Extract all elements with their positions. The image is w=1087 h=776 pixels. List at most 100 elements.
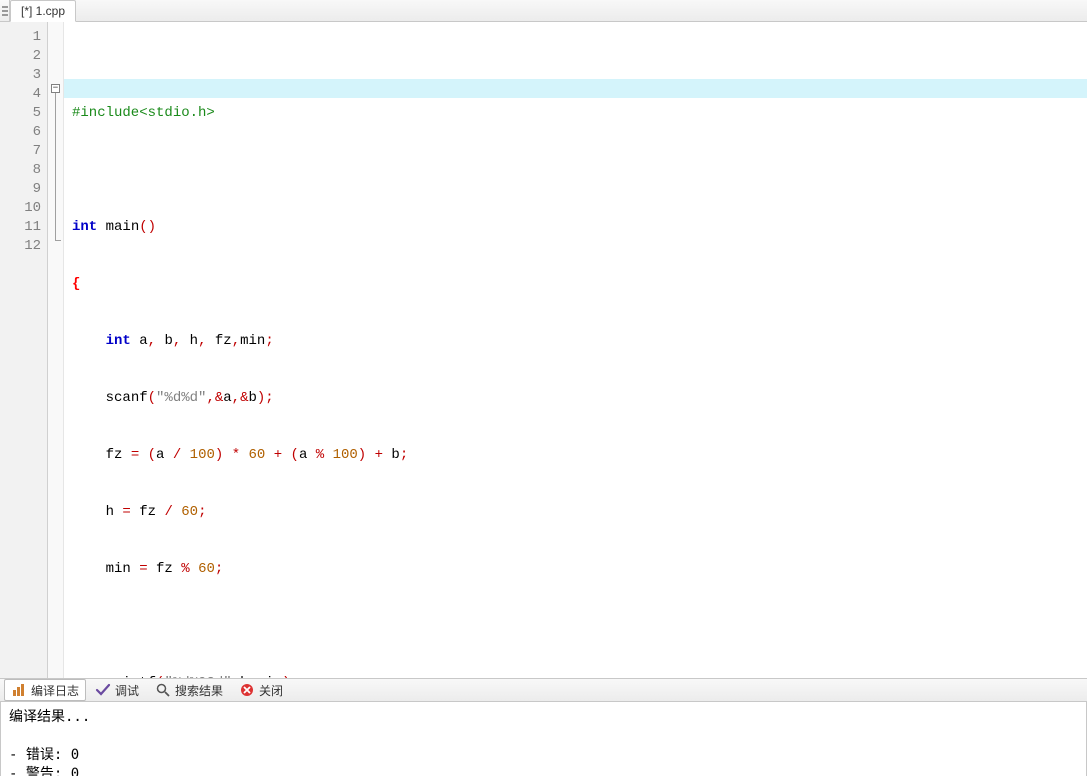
code-text: = <box>131 447 139 463</box>
code-text: min <box>257 675 282 678</box>
code-text: int <box>72 219 97 235</box>
line-number: 6 <box>0 123 41 142</box>
code-text: h <box>106 504 123 520</box>
code-text: a <box>156 447 173 463</box>
code-text <box>190 561 198 577</box>
code-text: scanf <box>106 390 148 406</box>
code-text: + <box>274 447 282 463</box>
code-text: * <box>232 447 240 463</box>
search-icon <box>155 682 171 698</box>
code-text: fz <box>156 561 181 577</box>
code-text: ; <box>265 333 273 349</box>
code-text <box>282 447 290 463</box>
code-text: ( <box>291 447 299 463</box>
line-number-gutter: 1 2 3 4 5 6 7 8 9 10 11 12 <box>0 22 48 678</box>
line-number: 5 <box>0 104 41 123</box>
close-button[interactable]: 关闭 <box>232 679 290 701</box>
tab-bar: [*] 1.cpp <box>0 0 1087 22</box>
line-number: 8 <box>0 161 41 180</box>
line-number: 1 <box>0 28 41 47</box>
code-text: = <box>122 504 130 520</box>
fold-end <box>55 240 61 241</box>
close-icon <box>239 682 255 698</box>
code-text: h <box>181 333 198 349</box>
line-number: 2 <box>0 47 41 66</box>
code-text: ) <box>358 447 366 463</box>
code-text: () <box>139 219 156 235</box>
close-label: 关闭 <box>259 682 283 699</box>
bottom-toolbar: 编译日志 调试 搜索结果 关闭 <box>0 679 1087 702</box>
output-line: - 错误: 0 <box>9 747 79 763</box>
code-text: main <box>106 219 140 235</box>
code-text: / <box>164 504 172 520</box>
code-area[interactable]: #include<stdio.h> int main() { int a, b,… <box>64 22 1087 678</box>
editor-pane: 1 2 3 4 5 6 7 8 9 10 11 12 − #include<st… <box>0 22 1087 679</box>
code-text: , <box>232 333 240 349</box>
code-text <box>265 447 273 463</box>
code-text: fz <box>206 333 231 349</box>
code-text: , <box>232 675 240 678</box>
code-text: 60 <box>181 504 198 520</box>
code-text: b <box>248 390 256 406</box>
line-number: 7 <box>0 142 41 161</box>
line-number: 3 <box>0 66 41 85</box>
fold-gutter: − <box>48 22 64 678</box>
code-text <box>181 447 189 463</box>
code-text: { <box>72 276 80 292</box>
code-text: 60 <box>249 447 266 463</box>
left-panel-handle[interactable] <box>0 0 10 21</box>
fold-line <box>55 93 56 240</box>
code-text: ; <box>198 504 206 520</box>
code-text: a <box>139 333 147 349</box>
code-text: , <box>148 333 156 349</box>
current-line-highlight <box>64 79 1087 98</box>
bar-chart-icon <box>11 682 27 698</box>
code-text: b <box>156 333 173 349</box>
code-text: ) <box>282 675 290 678</box>
code-text: ; <box>400 447 408 463</box>
handle-icon <box>2 6 8 16</box>
code-text <box>139 447 147 463</box>
line-number: 12 <box>0 237 41 256</box>
code-text: ( <box>148 390 156 406</box>
code-text: % <box>316 447 324 463</box>
check-icon <box>95 682 111 698</box>
code-text: min <box>240 333 265 349</box>
code-text: ( <box>148 447 156 463</box>
code-text <box>324 447 332 463</box>
code-text: a <box>223 390 231 406</box>
code-text: int <box>106 333 131 349</box>
code-text: / <box>173 447 181 463</box>
code-text: ; <box>215 561 223 577</box>
code-text: % <box>181 561 189 577</box>
code-text <box>366 447 374 463</box>
code-text <box>173 504 181 520</box>
code-text <box>240 447 248 463</box>
code-text: fz <box>106 447 131 463</box>
line-number: 10 <box>0 199 41 218</box>
file-tab[interactable]: [*] 1.cpp <box>10 0 76 22</box>
code-text: , <box>248 675 256 678</box>
fold-toggle[interactable]: − <box>51 84 60 93</box>
search-results-tab[interactable]: 搜索结果 <box>148 679 230 701</box>
code-text: , <box>232 390 240 406</box>
line-number: 11 <box>0 218 41 237</box>
code-text: 100 <box>190 447 215 463</box>
compile-log-tab[interactable]: 编译日志 <box>4 679 86 701</box>
code-text: "%d%02d" <box>164 675 231 678</box>
line-number: 4 <box>0 85 41 104</box>
file-tab-label: [*] 1.cpp <box>21 4 65 18</box>
output-line: - 警告: 0 <box>9 766 79 776</box>
line-number: 9 <box>0 180 41 199</box>
compile-log-label: 编译日志 <box>31 682 79 699</box>
code-text: = <box>139 561 147 577</box>
code-text: 60 <box>198 561 215 577</box>
output-pane[interactable]: 编译结果... - 错误: 0 - 警告: 0 <box>0 702 1087 776</box>
code-text: 100 <box>333 447 358 463</box>
code-text: , <box>206 390 214 406</box>
code-text: min <box>106 561 140 577</box>
debug-tab[interactable]: 调试 <box>88 679 146 701</box>
code-text <box>131 504 139 520</box>
code-text: b <box>391 447 399 463</box>
code-text: a <box>299 447 316 463</box>
